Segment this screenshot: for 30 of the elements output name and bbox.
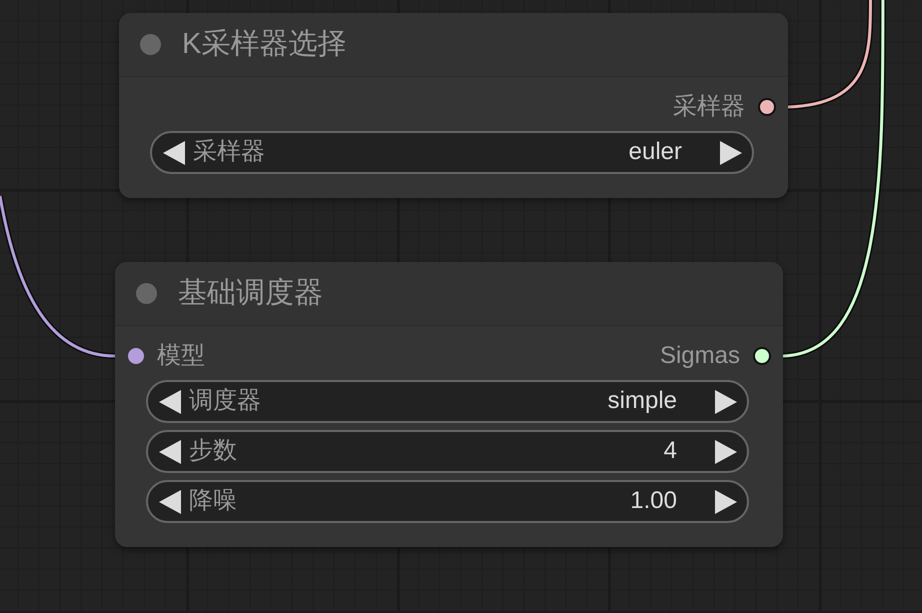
dot-icon[interactable] <box>140 34 161 55</box>
socket-dot-icon[interactable] <box>753 347 771 365</box>
socket-label: 采样器 <box>673 92 745 122</box>
selector-label: 降噪 <box>189 487 237 516</box>
left-arrow-icon[interactable] <box>163 140 185 164</box>
socket-label: 模型 <box>157 342 205 370</box>
right-arrow-icon[interactable] <box>715 390 737 414</box>
right-arrow-icon[interactable] <box>715 440 737 464</box>
value-selector[interactable]: 调度器 simple <box>146 380 749 423</box>
socket-dot-icon[interactable] <box>128 348 144 364</box>
left-arrow-icon[interactable] <box>159 490 181 514</box>
dot-icon[interactable] <box>136 283 157 304</box>
selector-value: 4 <box>664 437 677 466</box>
value-selector[interactable]: 步数 4 <box>146 430 749 473</box>
selector-value: 1.00 <box>630 487 677 516</box>
right-arrow-icon[interactable] <box>720 140 742 164</box>
left-arrow-icon[interactable] <box>159 390 181 414</box>
selector-value: simple <box>608 387 677 416</box>
socket-label: Sigmas <box>660 342 740 370</box>
node-title: K采样器选择 <box>182 27 346 62</box>
node-title: 基础调度器 <box>178 276 323 311</box>
selector-value: euler <box>628 138 682 167</box>
value-selector[interactable]: 采样器 euler <box>150 131 754 174</box>
selector-label: 调度器 <box>189 387 261 416</box>
socket-dot-icon[interactable] <box>758 98 776 116</box>
value-selector[interactable]: 降噪 1.00 <box>146 480 749 523</box>
selector-label: 采样器 <box>193 138 265 167</box>
left-arrow-icon[interactable] <box>159 440 181 464</box>
right-arrow-icon[interactable] <box>715 490 737 514</box>
selector-label: 步数 <box>189 437 237 466</box>
